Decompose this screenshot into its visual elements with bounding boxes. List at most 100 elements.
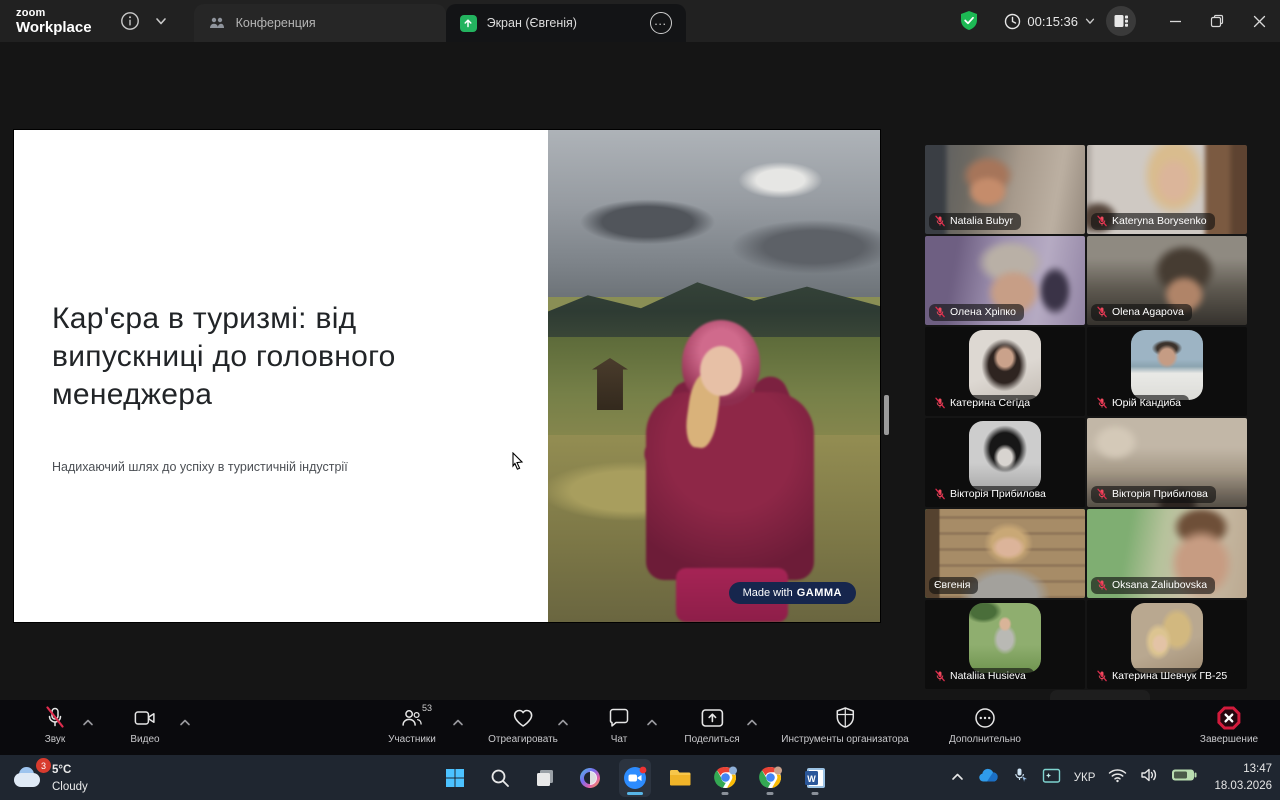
snipping-tool-icon[interactable]	[1042, 767, 1061, 789]
tab-more-icon[interactable]: …	[650, 12, 672, 34]
mic-muted-icon	[1096, 670, 1108, 682]
host-tools-shield-icon	[834, 705, 856, 731]
language-indicator[interactable]: УКР	[1074, 772, 1096, 784]
meeting-timer[interactable]: 00:15:36	[1004, 13, 1096, 30]
info-icon[interactable]	[120, 11, 140, 31]
react-button[interactable]: Отреагировать	[488, 705, 558, 745]
restore-button[interactable]	[1196, 0, 1238, 42]
start-button[interactable]	[439, 759, 471, 797]
participant-tile[interactable]: Вікторія Прибилова	[925, 418, 1085, 507]
participants-options-chevron[interactable]	[452, 714, 464, 732]
tab-screen-label: Экран (Євгенія)	[487, 16, 650, 30]
share-screen-icon	[699, 705, 725, 731]
host-tools-label: Инструменты организатора	[781, 734, 908, 745]
clock-icon	[1004, 13, 1021, 30]
logo-workplace-text: Workplace	[16, 20, 92, 35]
video-options-chevron[interactable]	[179, 714, 191, 732]
taskbar-clock[interactable]: 13:47 18.03.2026	[1214, 761, 1272, 794]
mic-muted-icon	[934, 488, 946, 500]
slide-text-panel: Кар'єра в туризмі: від випускниці до гол…	[14, 130, 548, 622]
react-label: Отреагировать	[488, 734, 558, 745]
mic-in-use-icon[interactable]	[1012, 767, 1029, 789]
participant-avatar	[969, 330, 1041, 400]
chrome-icon-profile-1[interactable]	[709, 759, 741, 797]
participant-tile[interactable]: Вікторія Прибилова	[1087, 418, 1247, 507]
tab-meeting-label: Конференция	[236, 16, 432, 30]
share-label: Поделиться	[684, 734, 739, 745]
scrollbar-thumb[interactable]	[884, 395, 889, 435]
chrome-icon-profile-2[interactable]	[754, 759, 786, 797]
made-with-gamma-badge: Made withGAMMA	[729, 582, 856, 604]
participant-tile[interactable]: Катерина Сегіда	[925, 327, 1085, 416]
more-button[interactable]: Дополнительно	[949, 705, 1021, 745]
mute-label: Звук	[45, 734, 66, 745]
participant-tile[interactable]: Олена Хріпко	[925, 236, 1085, 325]
host-tools-button[interactable]: Инструменты организатора	[781, 705, 908, 745]
wifi-icon[interactable]	[1108, 768, 1127, 788]
tray-chevron-up-icon[interactable]	[951, 769, 964, 787]
react-options-chevron[interactable]	[557, 714, 569, 732]
participant-name-label: Євгенія	[929, 577, 978, 594]
zoom-app-icon[interactable]	[619, 759, 651, 797]
chat-options-chevron[interactable]	[646, 714, 658, 732]
minimize-button[interactable]	[1154, 0, 1196, 42]
chat-button[interactable]: Чат	[607, 705, 631, 745]
mic-muted-icon	[1096, 306, 1108, 318]
timer-value: 00:15:36	[1027, 14, 1078, 29]
end-meeting-button[interactable]: Завершение	[1200, 705, 1258, 745]
file-explorer-icon[interactable]	[664, 759, 696, 797]
tab-screen-share[interactable]: Экран (Євгенія) …	[446, 4, 686, 42]
view-layout-button[interactable]	[1106, 6, 1136, 36]
security-shield-icon[interactable]	[958, 9, 980, 33]
weather-widget[interactable]: 3 5°C Cloudy	[12, 759, 88, 797]
participant-tile[interactable]: Kateryna Borysenko	[1087, 145, 1247, 234]
participant-avatar	[969, 603, 1041, 673]
battery-icon[interactable]	[1171, 768, 1197, 787]
weather-temperature: 5°C	[52, 762, 88, 779]
timer-chevron-icon	[1084, 15, 1096, 27]
tab-meeting[interactable]: Конференция	[194, 4, 446, 42]
close-button[interactable]	[1238, 0, 1280, 42]
mute-button[interactable]: Звук	[44, 705, 66, 745]
share-button[interactable]: Поделиться	[684, 705, 739, 745]
shared-screen-area: Кар'єра в туризмі: від випускниці до гол…	[0, 42, 1280, 700]
participant-name-label: Kateryna Borysenko	[1091, 213, 1215, 230]
task-view-icon[interactable]	[529, 759, 561, 797]
share-options-chevron[interactable]	[746, 714, 758, 732]
participant-tile[interactable]: Oksana Zaliubovska	[1087, 509, 1247, 598]
volume-icon[interactable]	[1140, 767, 1158, 788]
svg-text:W: W	[807, 774, 816, 784]
photo-sky	[548, 130, 880, 297]
mouse-cursor	[510, 452, 526, 472]
participant-tile[interactable]: Євгенія	[925, 509, 1085, 598]
participant-name-label: Юрій Кандиба	[1091, 395, 1189, 412]
participant-tile[interactable]: Nataliia Husieva	[925, 600, 1085, 689]
participant-tile[interactable]: Катерина Шевчук ГВ-25	[1087, 600, 1247, 689]
slide-photo: Made withGAMMA	[548, 130, 880, 622]
copilot-icon[interactable]	[574, 759, 606, 797]
search-icon[interactable]	[484, 759, 516, 797]
meeting-tabs: Конференция Экран (Євгенія) …	[194, 0, 686, 42]
participant-tile[interactable]: Olena Agapova	[1087, 236, 1247, 325]
onedrive-icon[interactable]	[977, 768, 999, 788]
chevron-down-icon[interactable]	[154, 14, 168, 28]
audio-options-chevron[interactable]	[82, 714, 94, 732]
mic-muted-icon	[1096, 397, 1108, 409]
system-tray: УКР 13:47 18.03.2026	[951, 755, 1272, 800]
participant-tile[interactable]: Юрій Кандиба	[1087, 327, 1247, 416]
video-button[interactable]: Видео	[130, 705, 159, 745]
camera-icon	[133, 705, 157, 731]
word-icon[interactable]: W	[799, 759, 831, 797]
more-label: Дополнительно	[949, 734, 1021, 745]
participant-avatar	[1131, 603, 1203, 673]
weather-condition: Cloudy	[52, 779, 88, 796]
participants-button[interactable]: 53 Участники	[388, 705, 436, 745]
participant-name-label: Катерина Сегіда	[929, 395, 1038, 412]
participant-tile[interactable]: Natalia Bubyr	[925, 145, 1085, 234]
windows-taskbar: 3 5°C Cloudy	[0, 755, 1280, 800]
mic-muted-icon	[1096, 215, 1108, 227]
presentation-slide: Кар'єра в туризмі: від випускниці до гол…	[14, 130, 880, 622]
participant-name-label: Natalia Bubyr	[929, 213, 1021, 230]
mic-muted-icon	[934, 306, 946, 318]
photo-person	[624, 320, 844, 622]
